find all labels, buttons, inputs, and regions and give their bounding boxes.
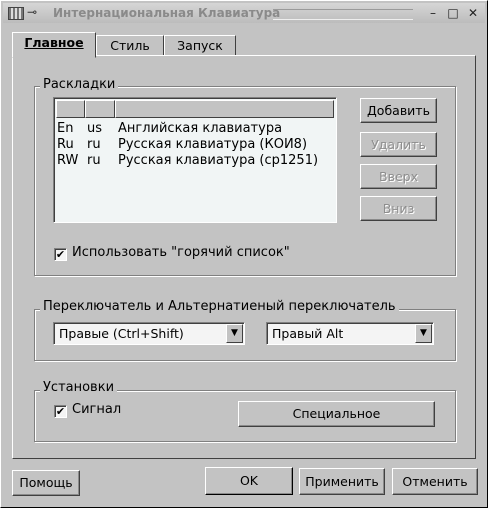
hotlist-label[interactable]: Использовать "горячий список" bbox=[72, 245, 290, 260]
hotlist-checkbox[interactable]: ✔ bbox=[54, 248, 67, 261]
layout-name: Русская клавиатура (cp1251) bbox=[118, 153, 319, 168]
delete-layout-button[interactable]: Удалить bbox=[360, 132, 437, 157]
layout-name: Русская клавиатура (КОИ8) bbox=[118, 137, 308, 152]
pin-icon[interactable]: ⊸ bbox=[27, 5, 37, 19]
list-header-lang[interactable] bbox=[85, 100, 115, 118]
ok-button[interactable]: OK bbox=[205, 467, 293, 495]
switcher-group-title: Переключатель и Альтернатиеный переключа… bbox=[40, 299, 399, 314]
keyboard-icon[interactable] bbox=[8, 7, 24, 20]
add-layout-button[interactable]: Добавить bbox=[360, 98, 437, 123]
layouts-list[interactable]: En us Английская клавиатура Ru ru Русска… bbox=[53, 97, 337, 223]
list-item[interactable]: En us Английская клавиатура bbox=[56, 121, 332, 137]
cancel-button[interactable]: Отменить bbox=[392, 468, 478, 495]
list-header-name[interactable] bbox=[115, 100, 334, 118]
layout-code: En bbox=[57, 121, 74, 136]
close-icon[interactable]: ✕ bbox=[465, 5, 481, 21]
maximize-icon[interactable]: □ bbox=[445, 5, 461, 21]
layouts-group-title: Раскладки bbox=[40, 77, 119, 92]
layout-name: Английская клавиатура bbox=[118, 121, 283, 136]
beep-checkbox[interactable]: ✔ bbox=[54, 405, 67, 418]
settings-group-title: Установки bbox=[40, 380, 118, 395]
title-bar-decoration bbox=[273, 9, 413, 20]
chevron-down-icon[interactable]: ▼ bbox=[415, 324, 432, 343]
tab-panel: Раскладки En us Английская клавиатура Ru… bbox=[12, 55, 476, 459]
beep-label[interactable]: Сигнал bbox=[72, 402, 121, 417]
apply-button[interactable]: Применить bbox=[299, 468, 385, 495]
dialog-window: ⊸ Интернациональная Клавиатура – □ ✕ Гла… bbox=[0, 0, 488, 508]
tab-main[interactable]: Главное bbox=[12, 32, 96, 58]
special-settings-button[interactable]: Специальное bbox=[238, 401, 435, 427]
layout-lang: ru bbox=[87, 153, 101, 168]
layout-lang: ru bbox=[87, 137, 101, 152]
window-title: Интернациональная Клавиатура bbox=[53, 6, 281, 20]
list-item[interactable]: RW ru Русская клавиатура (cp1251) bbox=[56, 153, 332, 169]
layout-lang: us bbox=[87, 121, 103, 136]
list-item[interactable]: Ru ru Русская клавиатура (КОИ8) bbox=[56, 137, 332, 153]
tab-startup-label: Запуск bbox=[177, 38, 223, 53]
move-up-button[interactable]: Вверх bbox=[360, 164, 437, 189]
layout-code: RW bbox=[57, 153, 79, 168]
help-button[interactable]: Помощь bbox=[12, 470, 80, 496]
title-bar[interactable]: ⊸ Интернациональная Клавиатура – □ ✕ bbox=[3, 3, 485, 23]
alternate-switch-value: Правый Alt bbox=[272, 326, 344, 341]
tab-startup[interactable]: Запуск bbox=[164, 35, 236, 56]
list-header-code[interactable] bbox=[56, 100, 85, 118]
tab-main-label: Главное bbox=[24, 35, 84, 50]
move-down-button[interactable]: Вниз bbox=[360, 196, 437, 221]
chevron-down-icon[interactable]: ▼ bbox=[226, 324, 243, 343]
tab-style[interactable]: Стиль bbox=[96, 35, 164, 56]
primary-switch-value: Правые (Ctrl+Shift) bbox=[59, 326, 184, 341]
layout-code: Ru bbox=[57, 137, 74, 152]
primary-switch-select[interactable]: Правые (Ctrl+Shift) ▼ bbox=[53, 322, 245, 345]
alternate-switch-select[interactable]: Правый Alt ▼ bbox=[266, 322, 434, 345]
minimize-icon[interactable]: – bbox=[425, 5, 441, 21]
tab-style-label: Стиль bbox=[110, 38, 150, 53]
